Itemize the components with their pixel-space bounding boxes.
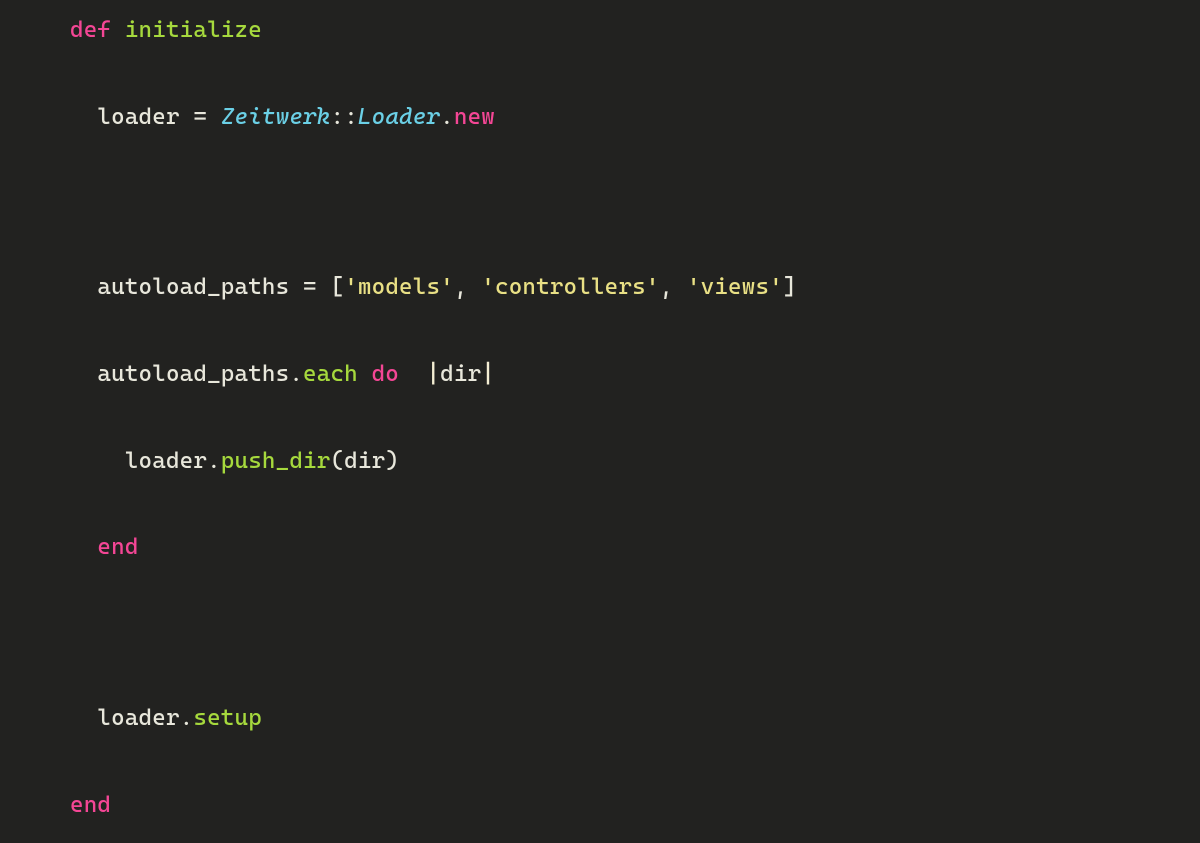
scope-operator: :: (330, 104, 357, 130)
blank-line (0, 622, 1200, 645)
paren-open: ( (330, 448, 344, 474)
string-literal: 'controllers' (481, 274, 659, 300)
keyword-def: def (70, 17, 111, 43)
code-block: def initialize loader = Zeitwerk::Loader… (0, 18, 1200, 843)
method-call: setup (193, 705, 262, 731)
equals-operator: = (193, 104, 207, 130)
class-name: Loader (358, 104, 440, 130)
blank-line (0, 191, 1200, 214)
bracket-close: ] (783, 274, 797, 300)
code-line-1: def initialize (0, 18, 1200, 43)
variable: loader (125, 448, 207, 474)
block-arg: dir (440, 361, 481, 387)
code-line-8: end (0, 793, 1200, 818)
code-line-2: loader = Zeitwerk::Loader.new (0, 105, 1200, 130)
code-line-3: autoload_paths = ['models', 'controllers… (0, 275, 1200, 300)
variable: autoload_paths (97, 361, 289, 387)
keyword-end: end (97, 534, 138, 560)
variable: loader (97, 705, 179, 731)
paren-close: ) (385, 448, 399, 474)
bracket-open: [ (330, 274, 344, 300)
keyword-do: do (372, 361, 399, 387)
equals-operator: = (303, 274, 317, 300)
string-literal: 'models' (344, 274, 454, 300)
variable: autoload_paths (97, 274, 289, 300)
keyword-end: end (70, 792, 111, 818)
pipe-open (413, 361, 427, 387)
code-line-5: loader.push_dir(dir) (0, 449, 1200, 474)
dot-operator: . (440, 104, 454, 130)
method-call: new (454, 104, 495, 130)
variable: loader (97, 104, 179, 130)
string-literal: 'views' (687, 274, 783, 300)
argument: dir (344, 448, 385, 474)
code-line-4: autoload_paths.each do |dir| (0, 362, 1200, 387)
method-call: push_dir (221, 448, 331, 474)
code-line-6: end (0, 535, 1200, 560)
method-name: initialize (125, 17, 262, 43)
method-call: each (303, 361, 358, 387)
class-name: Zeitwerk (221, 104, 331, 130)
code-line-7: loader.setup (0, 706, 1200, 731)
